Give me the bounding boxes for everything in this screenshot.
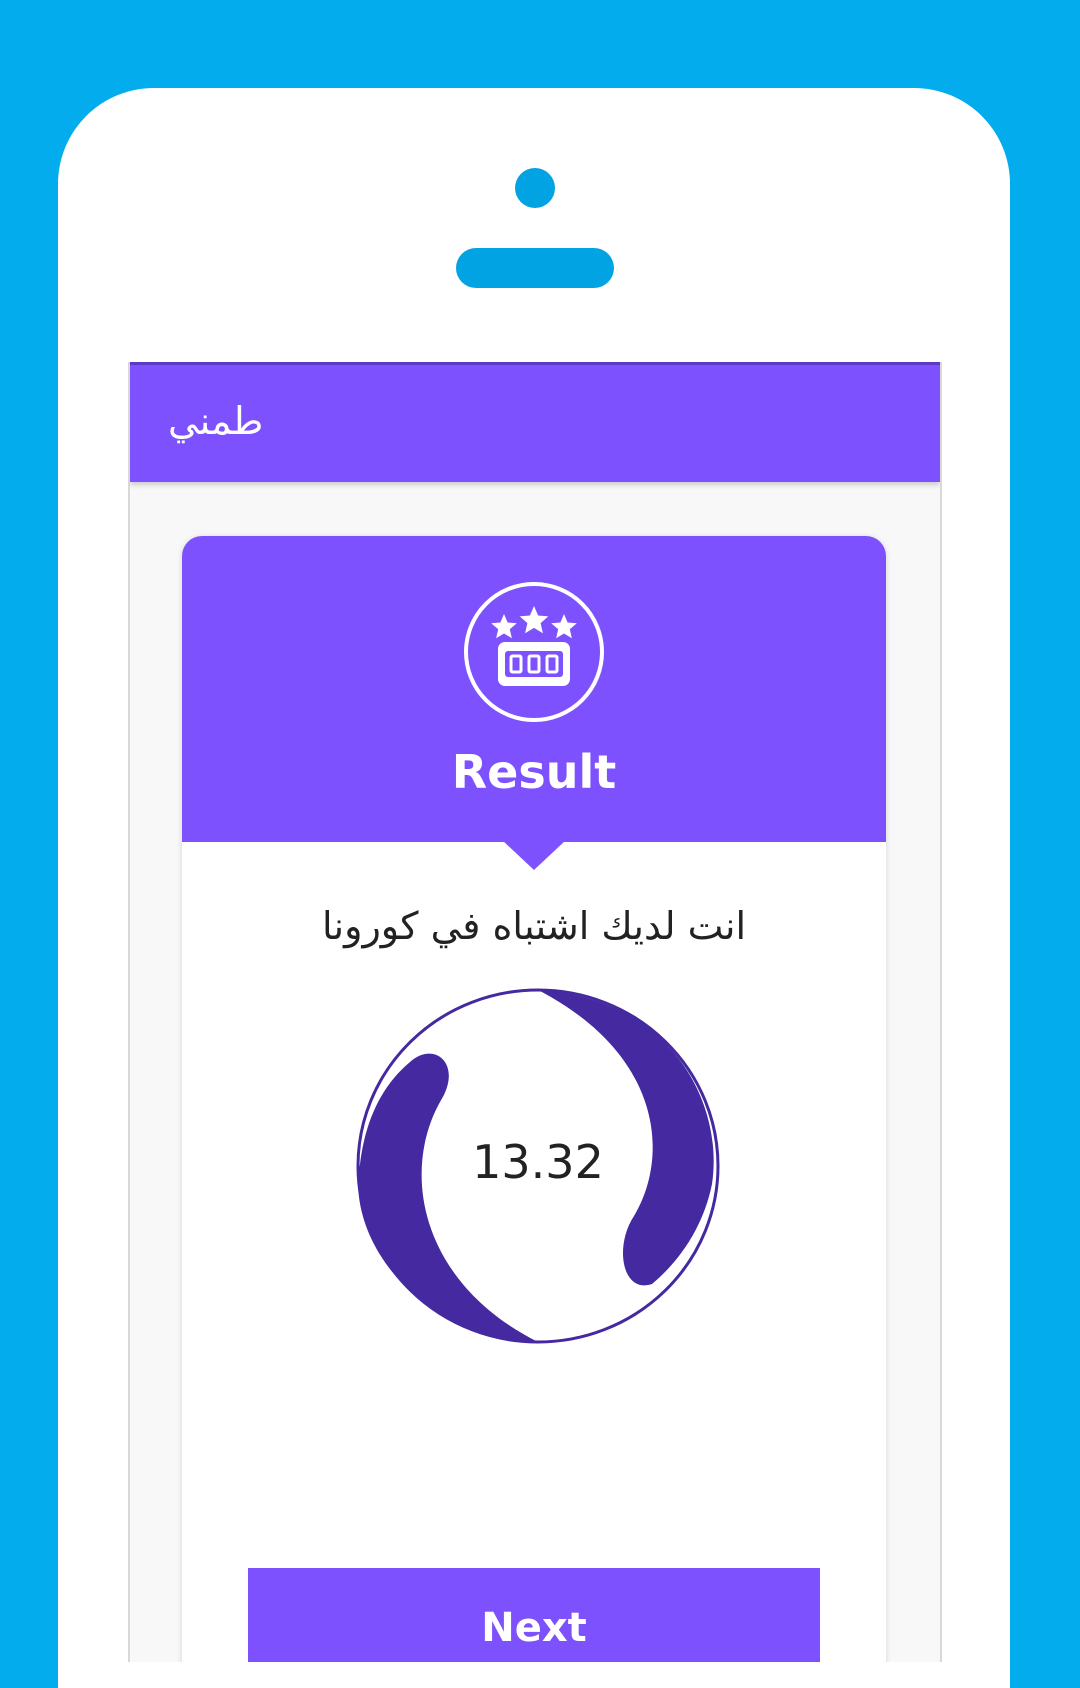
app-title: طمني [168, 399, 264, 443]
app-screen: طمني Result انت لديك اشتباه في كورونا 13… [128, 362, 942, 1662]
score-value: 13.32 [472, 1135, 604, 1189]
result-title: Result [451, 745, 617, 799]
next-button[interactable]: Next [248, 1568, 820, 1662]
result-card: Result انت لديك اشتباه في كورونا 13.32 N… [182, 536, 886, 1662]
header-pointer [502, 840, 566, 870]
gauge-arc-left [358, 1053, 538, 1342]
rating-stars-icon [464, 582, 604, 722]
app-bar: طمني [130, 362, 940, 482]
speaker-bar [456, 248, 614, 288]
result-message: انت لديك اشتباه في كورونا [321, 904, 747, 948]
camera-dot [515, 168, 555, 208]
result-header: Result [182, 536, 886, 842]
